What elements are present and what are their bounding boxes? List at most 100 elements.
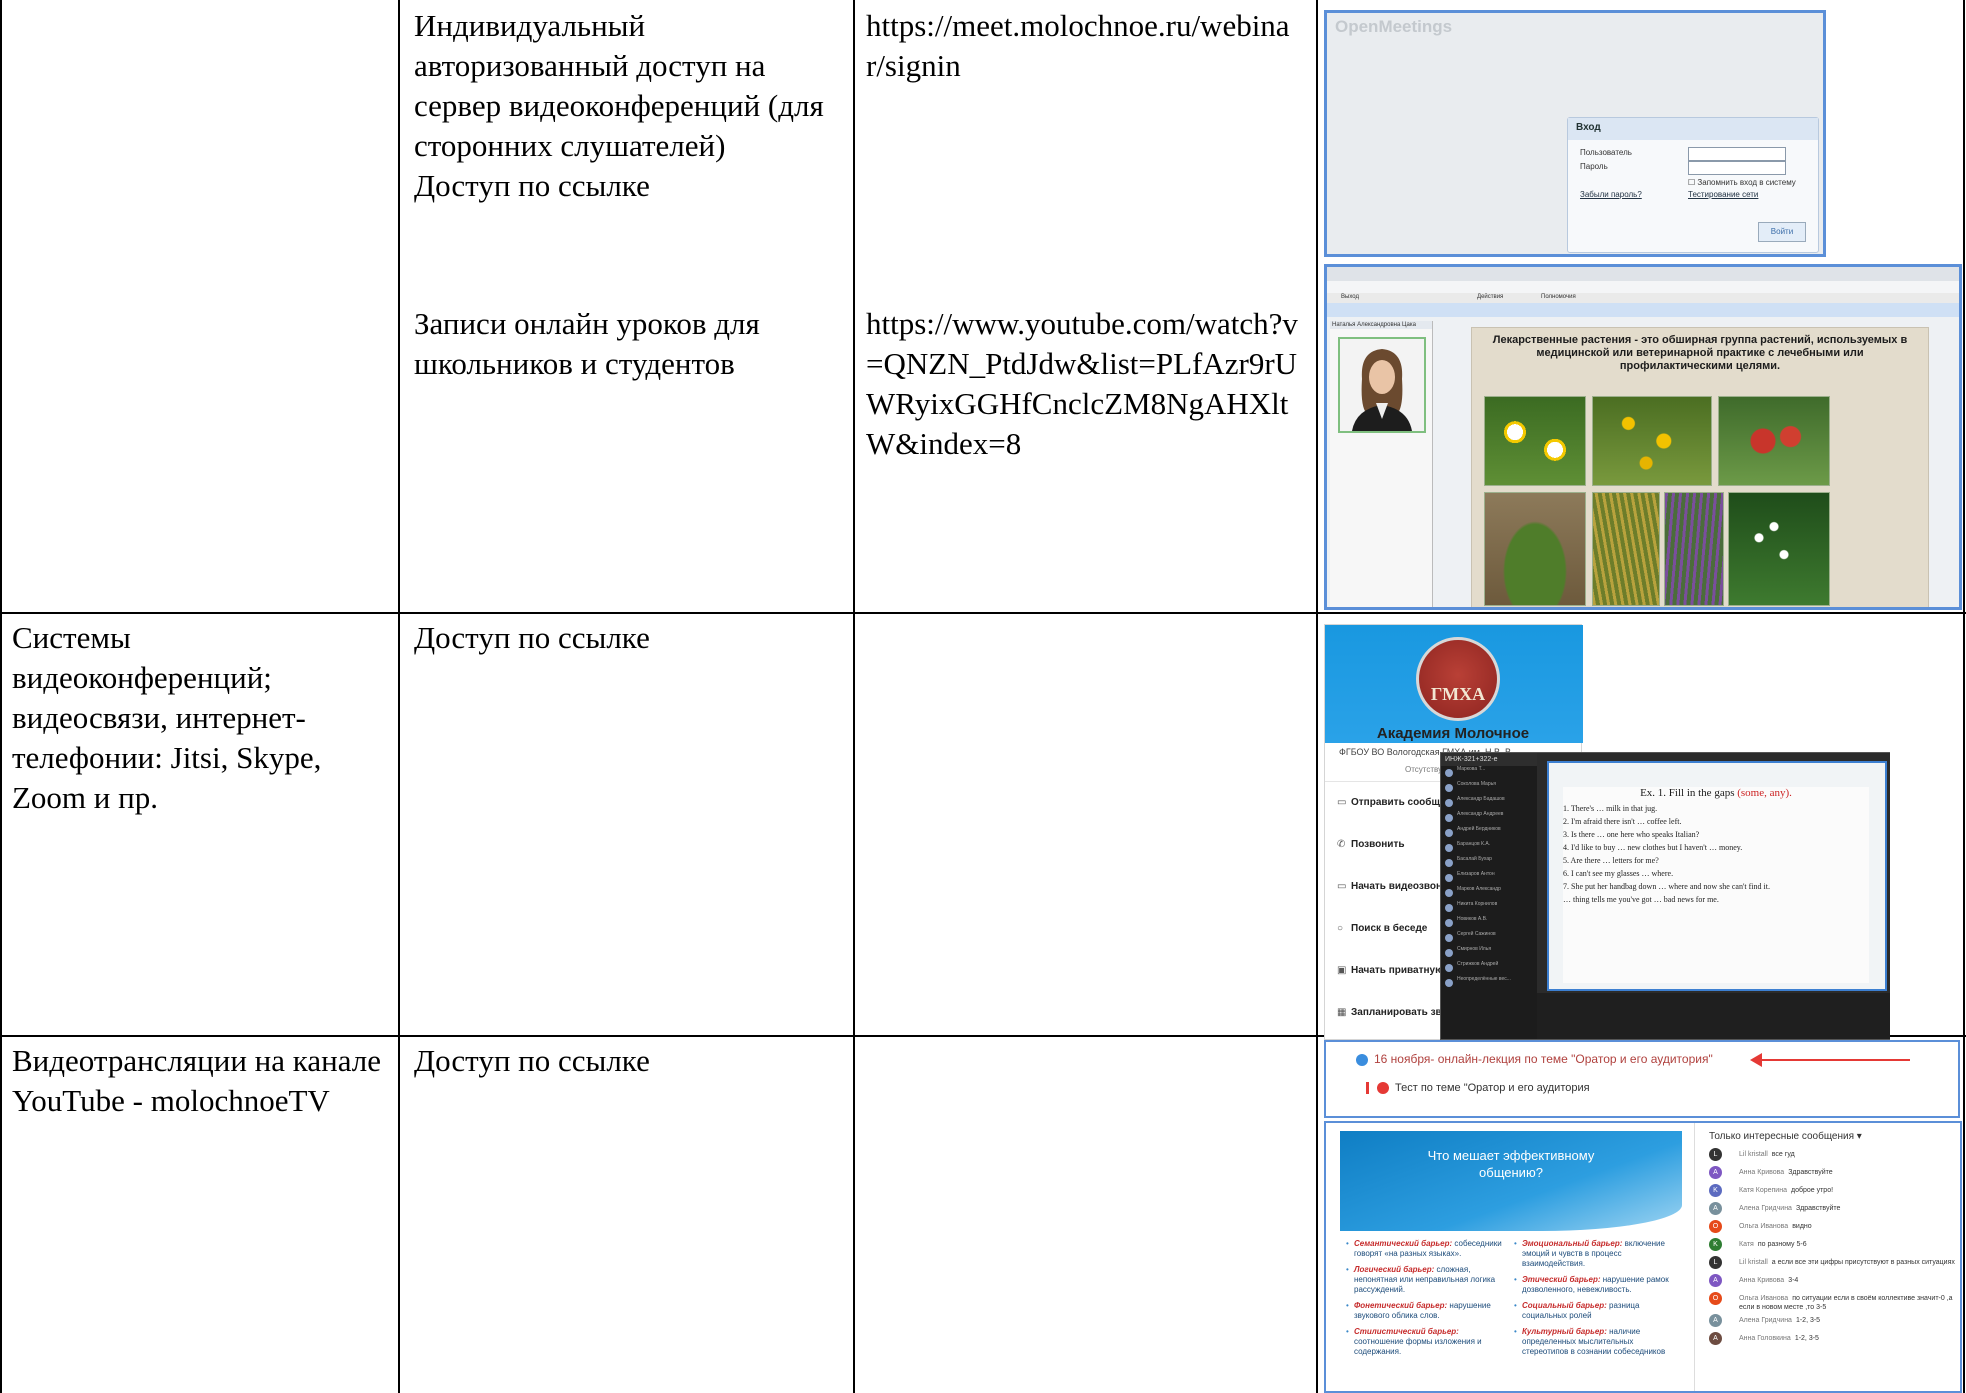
plant-photo-st-johns-wort: [1592, 396, 1712, 486]
chat-message: A Алена Гридчина 1-2, 3-5: [1709, 1314, 1959, 1330]
menu-permissions[interactable]: Полномочия: [1541, 294, 1576, 300]
network-test-link[interactable]: Тестирование сети: [1688, 190, 1758, 199]
chat-text: доброе утро!: [1790, 1187, 1834, 1194]
participant-row[interactable]: Басалай Бухар: [1441, 856, 1537, 871]
contact-name: Академия Молочное: [1376, 725, 1530, 742]
participant-row[interactable]: Соколова Марья: [1441, 781, 1537, 796]
table-border-right: [1963, 0, 1965, 1393]
youtube-live-screenshot: Что мешает эффективному общению? Семанти…: [1324, 1121, 1962, 1393]
chat-text: все гуд: [1771, 1151, 1795, 1158]
call-action[interactable]: ✆ Позвонить: [1337, 839, 1405, 850]
login-button[interactable]: Войти: [1758, 222, 1806, 242]
private-chat-action[interactable]: ▣ Начать приватную: [1337, 965, 1444, 976]
presenter-name: Наталья Александровна Цака: [1330, 321, 1432, 329]
room-toolbar: [1327, 303, 1959, 317]
test-link-text: Тест по теме "Оратор и его аудитория: [1395, 1082, 1590, 1094]
chat-text: Здравствуйте: [1795, 1205, 1841, 1212]
chat-author: Катя Корепина: [1739, 1187, 1787, 1194]
participant-row[interactable]: Сергей Сажинов: [1441, 931, 1537, 946]
table-border-col2: [853, 0, 855, 1393]
login-dialog: Вход Пользователь Пароль ☐ Запомнить вхо…: [1567, 117, 1819, 253]
menu-exit[interactable]: Выход: [1341, 294, 1359, 300]
zoom-control-bar: [1537, 993, 1890, 1039]
presenter-photo: [1338, 337, 1426, 433]
avatar: A: [1709, 1274, 1722, 1287]
openmeetings-room-screenshot: Выход Действия Полномочия Наталья Алекса…: [1324, 264, 1962, 610]
lecture-slide: Что мешает эффективному общению? Семанти…: [1340, 1131, 1682, 1391]
participant-row[interactable]: Елизаров Антон: [1441, 871, 1537, 886]
menu-actions[interactable]: Действия: [1477, 294, 1503, 300]
search-conversation-action[interactable]: ○ Поиск в беседе: [1337, 923, 1427, 934]
exercise-line: … thing tells me you've got … bad news f…: [1563, 895, 1719, 904]
chat-message: O Ольга Иванова по ситуации если в своём к…: [1709, 1292, 1959, 1312]
browser-tab-bar: [1327, 267, 1959, 281]
participant-row[interactable]: Андрей Бердников: [1441, 826, 1537, 841]
participant-row[interactable]: Неопределённые вес...: [1441, 976, 1537, 991]
participant-row[interactable]: Марков Александр: [1441, 886, 1537, 901]
avatar: A: [1709, 1332, 1722, 1345]
exercise-line: 2. I'm afraid there isn't … coffee left.: [1563, 817, 1682, 826]
exercise-title-text: Ex. 1. Fill in the gaps: [1640, 787, 1735, 799]
participant-row[interactable]: Маркова Т...: [1441, 766, 1537, 781]
barrier-term: Этический барьер:: [1522, 1275, 1601, 1284]
chat-message: K Катя по разному 5-6: [1709, 1238, 1959, 1254]
action-label: Позвонить: [1351, 839, 1405, 850]
remember-checkbox[interactable]: ☐ Запомнить вход в систему: [1688, 178, 1796, 187]
participant-row[interactable]: Александр Андреев: [1441, 811, 1537, 826]
avatar: K: [1709, 1184, 1722, 1197]
zoom-window: ИНЖ-321+322-е Маркова Т... Соколова Марь…: [1440, 752, 1890, 1040]
chat-text: 1-2, 3-5: [1795, 1317, 1821, 1324]
barrier-term: Стилистический барьер:: [1354, 1327, 1459, 1336]
avatar: O: [1709, 1220, 1722, 1233]
cell-webinar-link[interactable]: https://meet.molochnoe.ru/webinar/signin: [866, 6, 1306, 86]
barrier-term: Семантический барьер:: [1354, 1239, 1453, 1248]
chat-message-list: L Lil kristall все гуд A Анна Кривова Здравст…: [1695, 1148, 1959, 1348]
chat-text: 3-4: [1788, 1277, 1799, 1284]
openmeetings-login-screenshot: OpenMeetings Вход Пользователь Пароль ☐ …: [1324, 10, 1826, 257]
video-call-action[interactable]: ▭ Начать видеозвон: [1337, 881, 1442, 892]
participant-row[interactable]: Никита Корнилов: [1441, 901, 1537, 916]
chat-message: O Ольга Иванова видно: [1709, 1220, 1959, 1236]
barriers-left-column: Семантический барьер: собеседники говоря…: [1346, 1239, 1510, 1363]
password-input[interactable]: [1688, 161, 1786, 175]
barrier-term: Эмоциональный барьер:: [1522, 1239, 1623, 1248]
phone-icon: ✆: [1337, 839, 1346, 850]
lecture-announcement[interactable]: 16 ноября- онлайн-лекция по теме "Оратор…: [1356, 1052, 1713, 1066]
exercise-line: 5. Are there … letters for me?: [1563, 856, 1659, 865]
table-border-left: [0, 0, 2, 1393]
cell-videoconf-systems: Системы видеоконференций; видеосвязи, ин…: [12, 620, 330, 815]
participant-row[interactable]: Новиков А.В.: [1441, 916, 1537, 931]
arrow-line: [1760, 1059, 1910, 1061]
search-icon: ○: [1337, 923, 1344, 934]
cell-recordings-description: Записи онлайн уроков для школьников и ст…: [414, 306, 768, 381]
exercise-line: 1. There's … milk in that jug.: [1563, 804, 1658, 813]
emblem-text: ГМХА: [1430, 684, 1486, 704]
barrier-term: Логический барьер:: [1354, 1265, 1435, 1274]
chat-message: A Анна Кривова Здравствуйте: [1709, 1166, 1959, 1182]
exercise-line: 7. She put her handbag down … where and …: [1563, 882, 1770, 891]
send-message-action[interactable]: ▭ Отправить сообще: [1337, 797, 1445, 808]
action-label: Отправить сообще: [1351, 797, 1446, 808]
openmeetings-logo: OpenMeetings: [1335, 17, 1453, 36]
participant-row[interactable]: Стрижков Андрей: [1441, 961, 1537, 976]
cell-youtube-link[interactable]: https://www.youtube.com/watch?v=QNZN_Ptd…: [866, 304, 1306, 464]
participant-row[interactable]: Александр Бадашов: [1441, 796, 1537, 811]
schedule-call-action[interactable]: ▦ Запланировать зво: [1337, 1007, 1448, 1018]
chevron-down-icon: ▾: [1856, 1131, 1862, 1142]
username-label: Пользователь: [1580, 148, 1632, 157]
academy-emblem: ГМХА: [1416, 637, 1500, 721]
presentation-slide: Лекарственные растения - это обширная гр…: [1471, 327, 1929, 607]
cell-access-link-2: Доступ по ссылке: [414, 1043, 650, 1078]
participant-row[interactable]: Баранцов К.А.: [1441, 841, 1537, 856]
barrier-item: Социальный барьер: разница социальных ро…: [1514, 1301, 1680, 1321]
forgot-password-link[interactable]: Забыли пароль?: [1580, 190, 1642, 199]
participants-list: ИНЖ-321+322-е Маркова Т... Соколова Марь…: [1441, 753, 1537, 1039]
exercise-sheet: Ex. 1. Fill in the gaps (some, any). 1. …: [1563, 787, 1869, 983]
plant-photo-raspberry: [1718, 396, 1830, 486]
participant-row[interactable]: Смирнов Илья: [1441, 946, 1537, 961]
test-link[interactable]: Тест по теме "Оратор и его аудитория: [1366, 1082, 1590, 1095]
chat-filter-dropdown[interactable]: Только интересные сообщения ▾: [1695, 1123, 1959, 1146]
username-input[interactable]: [1688, 147, 1786, 161]
avatar: A: [1709, 1166, 1722, 1179]
barrier-item: Фонетический барьер: нарушение звукового…: [1346, 1301, 1510, 1321]
